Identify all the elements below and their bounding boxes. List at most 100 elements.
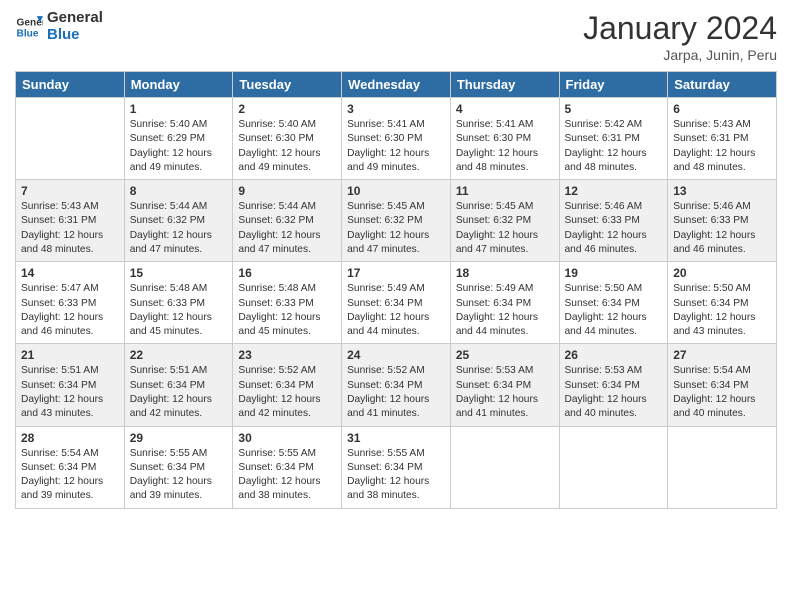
- day-info-line: Sunrise: 5:51 AM: [130, 365, 208, 376]
- day-info-line: Sunset: 6:33 PM: [238, 298, 313, 309]
- day-info-line: Sunrise: 5:49 AM: [347, 283, 425, 294]
- day-info: Sunrise: 5:46 AMSunset: 6:33 PMDaylight:…: [673, 200, 771, 257]
- day-number: 10: [347, 184, 445, 198]
- day-info-line: and 45 minutes.: [130, 326, 203, 337]
- day-info-line: and 41 minutes.: [347, 408, 420, 419]
- month-title: January 2024: [583, 10, 777, 47]
- day-info-line: Sunrise: 5:43 AM: [21, 201, 99, 212]
- day-info-line: and 41 minutes.: [456, 408, 529, 419]
- calendar-cell: [450, 426, 559, 508]
- day-info-line: Sunset: 6:30 PM: [347, 133, 422, 144]
- day-info-line: Sunset: 6:32 PM: [456, 215, 531, 226]
- day-number: 22: [130, 348, 228, 362]
- calendar-cell: [668, 426, 777, 508]
- day-info-line: Sunset: 6:34 PM: [347, 462, 422, 473]
- calendar-cell: 27 Sunrise: 5:54 AMSunset: 6:34 PMDayligh…: [668, 344, 777, 426]
- day-number: 27: [673, 348, 771, 362]
- day-number: 14: [21, 266, 119, 280]
- week-row-3: 14 Sunrise: 5:47 AMSunset: 6:33 PMDayligh…: [16, 262, 777, 344]
- day-info-line: Daylight: 12 hours: [565, 394, 647, 405]
- day-info-line: Daylight: 12 hours: [21, 476, 103, 487]
- calendar-cell: 4Sunrise: 5:41 AMSunset: 6:30 PMDaylight…: [450, 98, 559, 180]
- day-number: 20: [673, 266, 771, 280]
- day-info-line: Sunrise: 5:46 AM: [565, 201, 643, 212]
- day-header-sunday: Sunday: [16, 72, 125, 98]
- day-info: Sunrise: 5:47 AMSunset: 6:33 PMDaylight:…: [21, 282, 119, 339]
- day-info: Sunrise: 5:45 AMSunset: 6:32 PMDaylight:…: [347, 200, 445, 257]
- day-info-line: Sunset: 6:34 PM: [130, 462, 205, 473]
- calendar-cell: 14 Sunrise: 5:47 AMSunset: 6:33 PMDayligh…: [16, 262, 125, 344]
- day-info-line: Sunrise: 5:44 AM: [238, 201, 316, 212]
- day-number: 21: [21, 348, 119, 362]
- week-row-5: 28 Sunrise: 5:54 AMSunset: 6:34 PMDayligh…: [16, 426, 777, 508]
- day-number: 7: [21, 184, 119, 198]
- day-info: Sunrise: 5:54 AMSunset: 6:34 PMDaylight:…: [21, 447, 119, 504]
- day-info-line: Daylight: 12 hours: [21, 312, 103, 323]
- day-info-line: and 45 minutes.: [238, 326, 311, 337]
- day-info-line: Sunset: 6:34 PM: [456, 380, 531, 391]
- day-info: Sunrise: 5:55 AMSunset: 6:34 PMDaylight:…: [238, 447, 336, 504]
- day-number: 9: [238, 184, 336, 198]
- day-info-line: Daylight: 12 hours: [238, 230, 320, 241]
- day-info-line: and 48 minutes.: [673, 162, 746, 173]
- day-info-line: and 40 minutes.: [565, 408, 638, 419]
- day-info-line: and 46 minutes.: [565, 244, 638, 255]
- day-number: 26: [565, 348, 663, 362]
- day-number: 23: [238, 348, 336, 362]
- day-info-line: and 39 minutes.: [21, 490, 94, 501]
- day-info-line: Sunrise: 5:51 AM: [21, 365, 99, 376]
- day-info: Sunrise: 5:52 AMSunset: 6:34 PMDaylight:…: [238, 364, 336, 421]
- day-info-line: Daylight: 12 hours: [238, 312, 320, 323]
- day-info-line: and 49 minutes.: [238, 162, 311, 173]
- day-info-line: Sunrise: 5:43 AM: [673, 119, 751, 130]
- day-info-line: and 44 minutes.: [347, 326, 420, 337]
- calendar-cell: 9 Sunrise: 5:44 AMSunset: 6:32 PMDaylight…: [233, 180, 342, 262]
- day-info: Sunrise: 5:44 AMSunset: 6:32 PMDaylight:…: [238, 200, 336, 257]
- day-info-line: Sunset: 6:33 PM: [21, 298, 96, 309]
- calendar-header-row: SundayMondayTuesdayWednesdayThursdayFrid…: [16, 72, 777, 98]
- day-info: Sunrise: 5:52 AMSunset: 6:34 PMDaylight:…: [347, 364, 445, 421]
- day-info-line: Daylight: 12 hours: [673, 312, 755, 323]
- calendar-cell: 17Sunrise: 5:49 AMSunset: 6:34 PMDayligh…: [342, 262, 451, 344]
- calendar-cell: 5Sunrise: 5:42 AMSunset: 6:31 PMDaylight…: [559, 98, 668, 180]
- day-info: Sunrise: 5:50 AMSunset: 6:34 PMDaylight:…: [673, 282, 771, 339]
- day-info-line: Sunset: 6:31 PM: [565, 133, 640, 144]
- day-info-line: Daylight: 12 hours: [130, 476, 212, 487]
- page: General Blue General Blue January 2024 J…: [0, 0, 792, 612]
- day-info-line: Daylight: 12 hours: [456, 230, 538, 241]
- day-info-line: and 44 minutes.: [456, 326, 529, 337]
- day-info: Sunrise: 5:51 AMSunset: 6:34 PMDaylight:…: [130, 364, 228, 421]
- day-info: Sunrise: 5:44 AMSunset: 6:32 PMDaylight:…: [130, 200, 228, 257]
- calendar-cell: 16Sunrise: 5:48 AMSunset: 6:33 PMDayligh…: [233, 262, 342, 344]
- day-info-line: and 48 minutes.: [21, 244, 94, 255]
- calendar-cell: 26Sunrise: 5:53 AMSunset: 6:34 PMDayligh…: [559, 344, 668, 426]
- calendar-cell: 18Sunrise: 5:49 AMSunset: 6:34 PMDayligh…: [450, 262, 559, 344]
- title-block: January 2024 Jarpa, Junin, Peru: [583, 10, 777, 63]
- day-info-line: and 43 minutes.: [21, 408, 94, 419]
- day-info-line: Daylight: 12 hours: [347, 476, 429, 487]
- day-number: 29: [130, 431, 228, 445]
- day-number: 28: [21, 431, 119, 445]
- day-info-line: Sunrise: 5:42 AM: [565, 119, 643, 130]
- day-info-line: Sunset: 6:32 PM: [347, 215, 422, 226]
- calendar-cell: 13Sunrise: 5:46 AMSunset: 6:33 PMDayligh…: [668, 180, 777, 262]
- day-info-line: Daylight: 12 hours: [456, 394, 538, 405]
- day-info-line: Sunset: 6:30 PM: [456, 133, 531, 144]
- day-info-line: Sunrise: 5:50 AM: [673, 283, 751, 294]
- day-number: 25: [456, 348, 554, 362]
- calendar-cell: 15Sunrise: 5:48 AMSunset: 6:33 PMDayligh…: [124, 262, 233, 344]
- day-info-line: and 47 minutes.: [347, 244, 420, 255]
- day-info-line: Sunset: 6:34 PM: [565, 298, 640, 309]
- day-info: Sunrise: 5:51 AMSunset: 6:34 PMDaylight:…: [21, 364, 119, 421]
- day-info: Sunrise: 5:54 AMSunset: 6:34 PMDaylight:…: [673, 364, 771, 421]
- day-info-line: and 48 minutes.: [565, 162, 638, 173]
- day-info-line: Sunrise: 5:44 AM: [130, 201, 208, 212]
- day-info: Sunrise: 5:40 AMSunset: 6:30 PMDaylight:…: [238, 118, 336, 175]
- day-header-saturday: Saturday: [668, 72, 777, 98]
- day-number: 16: [238, 266, 336, 280]
- day-number: 3: [347, 102, 445, 116]
- day-info: Sunrise: 5:46 AMSunset: 6:33 PMDaylight:…: [565, 200, 663, 257]
- calendar-cell: 12Sunrise: 5:46 AMSunset: 6:33 PMDayligh…: [559, 180, 668, 262]
- calendar-cell: 25Sunrise: 5:53 AMSunset: 6:34 PMDayligh…: [450, 344, 559, 426]
- day-info-line: and 39 minutes.: [130, 490, 203, 501]
